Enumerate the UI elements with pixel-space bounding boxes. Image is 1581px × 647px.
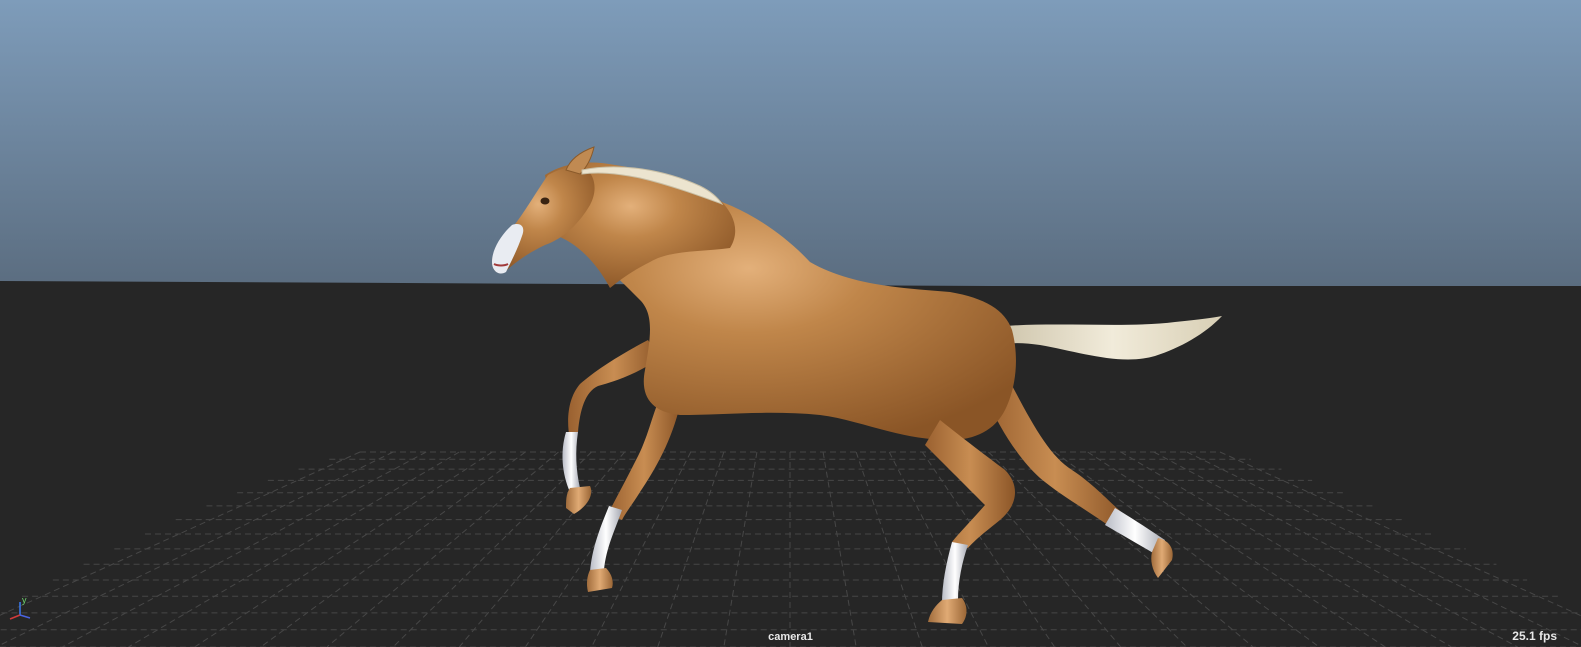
horse-eye: [540, 197, 550, 205]
viewport-scene[interactable]: [0, 0, 1581, 647]
fps-readout: 25.1 fps: [1512, 629, 1557, 643]
3d-viewport[interactable]: y camera1 25.1 fps: [0, 0, 1581, 647]
sky-backdrop: [0, 0, 1581, 286]
axis-gizmo-icon: y: [9, 595, 31, 620]
horse-far-fore-hoof: [586, 568, 613, 592]
axis-gizmo-y-label: y: [22, 595, 27, 605]
camera-name-label: camera1: [768, 631, 813, 643]
